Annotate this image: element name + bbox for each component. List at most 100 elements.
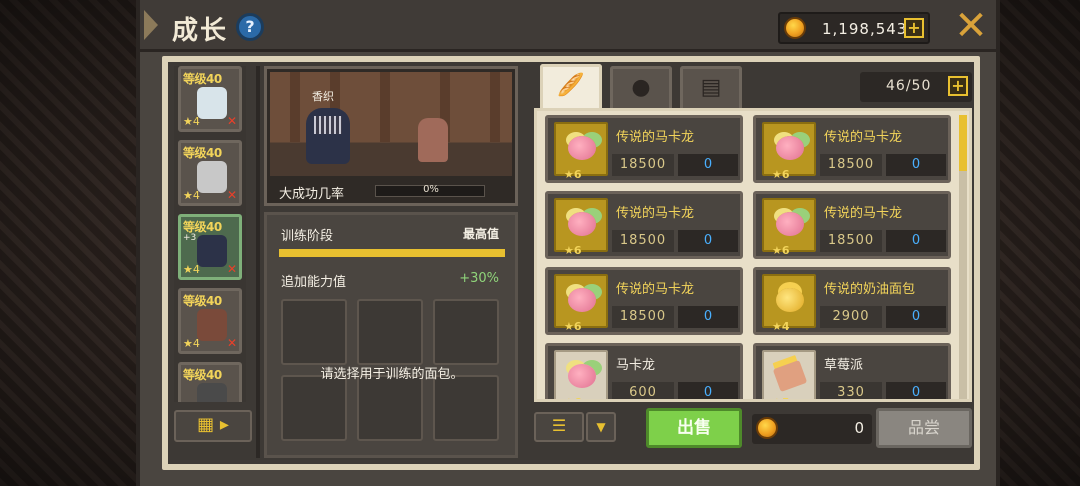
- growth-window: 成长 ? 1,198,543 + ✕ 等级40 ★4 ✕ 等级40 ★4 ✕ 等级40 ★4 ✕…: [136, 0, 1000, 486]
- main-panel: 等级40 ★4 ✕ 等级40 ★4 ✕ 等级40 ★4 ✕ +3 等级40 ★4 ✕ 等级40 ▦ ▸ 香…: [162, 56, 980, 470]
- coin-icon: [756, 417, 778, 439]
- bread-name: 传说的马卡龙: [824, 206, 903, 221]
- divider: [256, 66, 260, 458]
- bread-item-icon: ★6: [554, 198, 608, 257]
- character-level: 等级40: [183, 146, 222, 160]
- bread-item-icon: ★6: [554, 274, 608, 333]
- bread-price: 600: [612, 382, 674, 399]
- bread-price: 18500: [820, 154, 882, 176]
- bread-item-icon: ★6: [762, 122, 816, 181]
- bread-item[interactable]: ★6 传说的马卡龙 18500 0: [545, 115, 743, 183]
- bread-name: 传说的马卡龙: [616, 206, 695, 221]
- character-slot[interactable]: 等级40 ★4 ✕: [178, 140, 242, 206]
- bomb-icon: ●: [631, 75, 651, 100]
- bread-name: 传说的奶油面包: [824, 282, 916, 297]
- bread-price: 18500: [612, 306, 674, 328]
- add-coins-button[interactable]: +: [904, 18, 924, 38]
- character-sprite: [197, 161, 227, 193]
- remove-character-icon[interactable]: ✕: [227, 114, 237, 128]
- bread-price: 330: [820, 382, 882, 399]
- sell-total-value: 0: [854, 419, 864, 437]
- help-button[interactable]: ?: [236, 13, 264, 41]
- bread-name: 马卡龙: [616, 358, 656, 373]
- bread-item[interactable]: ★6 传说的马卡龙 18500 0: [545, 191, 743, 259]
- bread-name: 传说的马卡龙: [616, 282, 695, 297]
- back-arrow-icon[interactable]: [144, 10, 158, 40]
- tab-bread[interactable]: 🥖: [540, 64, 602, 110]
- great-success-value: 0%: [423, 184, 439, 195]
- character-level: 等级40: [183, 72, 222, 86]
- bread-price: 18500: [612, 154, 674, 176]
- inventory-scrollbar[interactable]: [959, 115, 967, 399]
- character-sprite: [197, 383, 227, 402]
- bread-slot[interactable]: [433, 299, 499, 365]
- bread-name: 草莓派: [824, 358, 864, 373]
- bread-item[interactable]: ★6 传说的马卡龙 18500 0: [753, 115, 951, 183]
- sort-dropdown-button[interactable]: ▼: [586, 412, 616, 442]
- character-scene: 香织 大成功几率 0%: [264, 66, 518, 206]
- pillar: [490, 72, 500, 142]
- bread-price: 18500: [820, 230, 882, 252]
- training-panel: 训练阶段 最高值 追加能力值 +30% 请选择用于训练的面包。: [264, 212, 518, 458]
- character-slot[interactable]: 等级40: [178, 362, 242, 402]
- inventory-count-value: 46/50: [886, 78, 932, 94]
- bread-item-icon: ★6: [554, 350, 608, 399]
- bread-price: 2900: [820, 306, 882, 328]
- bonus-stat-label: 追加能力值: [281, 275, 347, 290]
- bread-quantity: 0: [886, 382, 946, 399]
- bread-art: [776, 288, 804, 312]
- coin-icon: [784, 17, 806, 39]
- sell-button[interactable]: 出售: [646, 408, 742, 448]
- character-sprite: [197, 87, 227, 119]
- expand-inventory-button[interactable]: +: [948, 76, 968, 96]
- category-tabs: 🥖 ● ▤: [540, 64, 770, 110]
- inventory-count: 46/50 +: [860, 72, 972, 102]
- bread-quantity: 0: [886, 306, 946, 328]
- character-stars: ★4: [183, 189, 200, 202]
- bread-item[interactable]: ★6 传说的马卡龙 18500 0: [545, 267, 743, 335]
- character-slot[interactable]: 等级40 ★4 ✕: [178, 288, 242, 354]
- training-stage-label: 训练阶段: [281, 229, 334, 244]
- select-bread-hint: 请选择用于训练的面包。: [320, 367, 464, 382]
- bread-slot[interactable]: [357, 299, 423, 365]
- bread-item[interactable]: ★5 草莓派 3300: [753, 343, 951, 399]
- bread-slot[interactable]: [433, 375, 499, 441]
- character-stars: ★4: [183, 115, 200, 128]
- bread-icon: 🥖: [557, 73, 585, 98]
- coin-amount: 1,198,543: [822, 20, 908, 38]
- pillar: [380, 72, 390, 142]
- character-list[interactable]: 等级40 ★4 ✕ 等级40 ★4 ✕ 等级40 ★4 ✕ +3 等级40 ★4 ✕ 等级40: [174, 66, 246, 402]
- scrollbar-thumb[interactable]: [959, 115, 967, 171]
- character-slot[interactable]: 等级40 ★4 ✕ +3: [178, 214, 242, 280]
- sort-button[interactable]: ☰: [534, 412, 584, 442]
- pillar: [290, 72, 300, 142]
- bread-art: [568, 288, 596, 312]
- remove-character-icon[interactable]: ✕: [227, 262, 237, 276]
- bread-item[interactable]: ★6 传说的马卡龙 18500 0: [753, 191, 951, 259]
- character-stars: ★4: [183, 337, 200, 350]
- close-button[interactable]: ✕: [954, 6, 988, 46]
- bread-art: [776, 212, 804, 236]
- panel-inner: 等级40 ★4 ✕ 等级40 ★4 ✕ 等级40 ★4 ✕ +3 等级40 ★4 ✕ 等级40 ▦ ▸ 香…: [168, 62, 974, 464]
- bread-slot[interactable]: [281, 299, 347, 365]
- tab-bomb[interactable]: ●: [610, 66, 672, 110]
- tab-book[interactable]: ▤: [680, 66, 742, 110]
- character-level: 等级40: [183, 368, 222, 382]
- bread-slot[interactable]: [281, 375, 347, 441]
- character-sprite: [197, 309, 227, 341]
- grid-view-button[interactable]: ▦ ▸: [174, 410, 252, 442]
- bread-art: [568, 212, 596, 236]
- bread-slot[interactable]: [357, 375, 423, 441]
- bread-slots: 请选择用于训练的面包。: [281, 299, 503, 449]
- bread-art: [772, 359, 808, 393]
- character-level: 等级40: [183, 294, 222, 308]
- bread-quantity: 0: [678, 230, 738, 252]
- bread-item[interactable]: ★4 传说的奶油面包 2900 0: [753, 267, 951, 335]
- bread-stars: ★4: [772, 320, 790, 333]
- taste-button[interactable]: 品尝: [876, 408, 972, 448]
- character-slot[interactable]: 等级40 ★4 ✕: [178, 66, 242, 132]
- bread-quantity: 0: [886, 154, 946, 176]
- bread-item[interactable]: ★6 马卡龙 6000: [545, 343, 743, 399]
- remove-character-icon[interactable]: ✕: [227, 336, 237, 350]
- remove-character-icon[interactable]: ✕: [227, 188, 237, 202]
